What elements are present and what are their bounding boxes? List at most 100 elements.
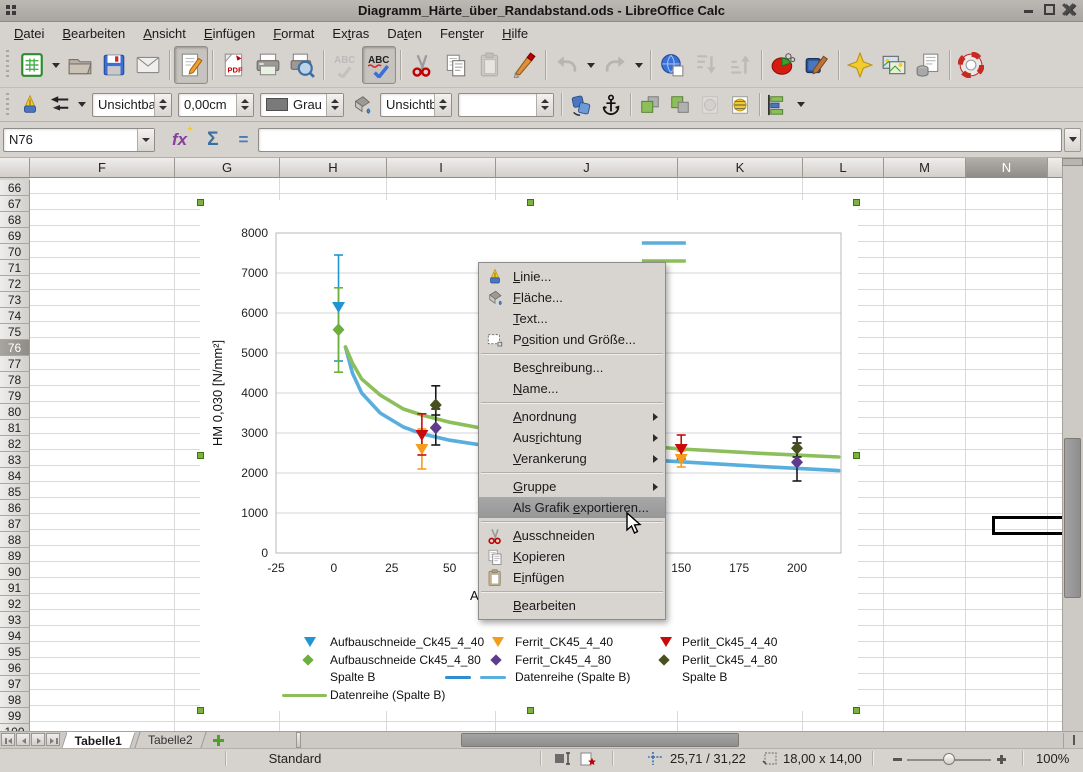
email-button[interactable] (131, 46, 165, 84)
bring-to-front-button[interactable] (635, 91, 665, 119)
name-box[interactable]: N76 (3, 127, 155, 152)
column-header-L[interactable]: L (803, 158, 884, 178)
selection-handle[interactable] (197, 452, 204, 459)
auto-spellcheck-button[interactable]: ABC (362, 46, 396, 84)
context-menu-item-gruppe[interactable]: Gruppe (479, 476, 665, 497)
title-bar[interactable]: Diagramm_Härte_über_Randabstand.ods - Li… (0, 0, 1083, 22)
draw-functions-button[interactable] (800, 46, 834, 84)
function-wizard-icon[interactable]: fx (172, 130, 187, 150)
line-color-select[interactable]: Grau (260, 92, 344, 117)
menu-einfügen[interactable]: Einfügen (196, 25, 263, 42)
row-header-74[interactable]: 74 (0, 308, 30, 324)
document-modified-icon[interactable] (580, 752, 596, 766)
column-header-J[interactable]: J (496, 158, 678, 178)
column-header-F[interactable]: F (30, 158, 175, 178)
sheet-tab-tabelle1[interactable]: Tabelle1 (61, 732, 136, 748)
row-header-89[interactable]: 89 (0, 548, 30, 564)
gallery-images-button[interactable] (877, 46, 911, 84)
align-dropdown-icon[interactable] (797, 102, 805, 107)
row-header-99[interactable]: 99 (0, 708, 30, 724)
context-menu-item-ausrichtung[interactable]: Ausrichtung (479, 427, 665, 448)
line-dialog-button[interactable] (15, 91, 45, 119)
sort-ascending-button[interactable] (723, 46, 757, 84)
redo-button[interactable] (598, 46, 632, 84)
vertical-split-handle[interactable] (1062, 158, 1083, 166)
arrow-style-dropdown-icon[interactable] (78, 102, 86, 107)
row-header-97[interactable]: 97 (0, 676, 30, 692)
row-header-72[interactable]: 72 (0, 276, 30, 292)
redo-dropdown-icon[interactable] (635, 62, 643, 68)
line-width-input[interactable]: 0,00cm (178, 92, 254, 117)
undo-dropdown-icon[interactable] (587, 62, 595, 68)
formula-bar-expand-icon[interactable] (1064, 127, 1081, 152)
context-menu-item-fläche[interactable]: Fläche... (479, 287, 665, 308)
rotate-button[interactable] (566, 91, 596, 119)
format-paintbrush-button[interactable] (507, 46, 541, 84)
row-header-66[interactable]: 66 (0, 180, 30, 196)
minimize-button[interactable] (1022, 3, 1035, 16)
area-style-select-spinner[interactable] (434, 93, 451, 116)
context-menu-item-position-und-größe[interactable]: Position und Größe... (479, 329, 665, 350)
row-header-80[interactable]: 80 (0, 404, 30, 420)
row-header-67[interactable]: 67 (0, 196, 30, 212)
column-header-M[interactable]: M (884, 158, 966, 178)
arrow-style-button[interactable] (45, 91, 75, 119)
row-header-76[interactable]: 76 (0, 340, 30, 356)
row-header-71[interactable]: 71 (0, 260, 30, 276)
context-menu-item-kopieren[interactable]: Kopieren (479, 546, 665, 567)
context-menu-item-verankerung[interactable]: Verankerung (479, 448, 665, 469)
row-header-70[interactable]: 70 (0, 244, 30, 260)
row-header-73[interactable]: 73 (0, 292, 30, 308)
to-background-button[interactable] (725, 91, 755, 119)
previous-sheet-icon[interactable] (16, 733, 30, 746)
last-sheet-icon[interactable] (46, 733, 60, 746)
context-menu-item-bearbeiten[interactable]: Bearbeiten (479, 595, 665, 616)
selection-handle[interactable] (527, 199, 534, 206)
row-header-82[interactable]: 82 (0, 436, 30, 452)
column-header-N[interactable]: N (966, 158, 1048, 178)
first-sheet-icon[interactable] (1, 733, 15, 746)
menu-fenster[interactable]: Fenster (432, 25, 492, 42)
new-spreadsheet-dropdown-icon[interactable] (52, 62, 60, 68)
help-button[interactable] (954, 46, 988, 84)
row-header-83[interactable]: 83 (0, 452, 30, 468)
selection-handle[interactable] (197, 707, 204, 714)
row-header-69[interactable]: 69 (0, 228, 30, 244)
hyperlink-button[interactable] (655, 46, 689, 84)
save-button[interactable] (97, 46, 131, 84)
area-style-button[interactable] (347, 91, 377, 119)
context-menu-item-einfügen[interactable]: Einfügen (479, 567, 665, 588)
selection-handle[interactable] (197, 199, 204, 206)
name-box-dropdown[interactable] (137, 128, 154, 151)
row-header-86[interactable]: 86 (0, 500, 30, 516)
line-style-select[interactable]: Unsichtba (92, 92, 172, 117)
row-header-75[interactable]: 75 (0, 324, 30, 340)
selection-handle[interactable] (853, 199, 860, 206)
to-foreground-button[interactable] (695, 91, 725, 119)
spellcheck-button[interactable]: ABC (328, 46, 362, 84)
zoom-in-icon[interactable] (997, 755, 1006, 764)
sort-descending-button[interactable] (689, 46, 723, 84)
row-header-93[interactable]: 93 (0, 612, 30, 628)
insert-chart-button[interactable] (766, 46, 800, 84)
column-header-K[interactable]: K (678, 158, 803, 178)
close-document-icon[interactable] (1061, 2, 1075, 16)
menu-daten[interactable]: Daten (379, 25, 430, 42)
row-header-79[interactable]: 79 (0, 388, 30, 404)
row-header-95[interactable]: 95 (0, 644, 30, 660)
equals-icon[interactable]: = (239, 130, 249, 150)
print-button[interactable] (251, 46, 285, 84)
menu-datei[interactable]: Datei (6, 25, 52, 42)
zoom-level-value[interactable]: 100% (1036, 751, 1069, 766)
export-pdf-button[interactable]: PDF (217, 46, 251, 84)
context-menu-item-anordnung[interactable]: Anordnung (479, 406, 665, 427)
add-sheet-icon[interactable] (210, 732, 226, 748)
line-width-input-spinner[interactable] (236, 93, 253, 116)
row-header-92[interactable]: 92 (0, 596, 30, 612)
context-menu-item-name[interactable]: Name... (479, 378, 665, 399)
copy-button[interactable] (439, 46, 473, 84)
row-header-77[interactable]: 77 (0, 356, 30, 372)
undo-button[interactable] (550, 46, 584, 84)
row-header-94[interactable]: 94 (0, 628, 30, 644)
row-header-84[interactable]: 84 (0, 468, 30, 484)
